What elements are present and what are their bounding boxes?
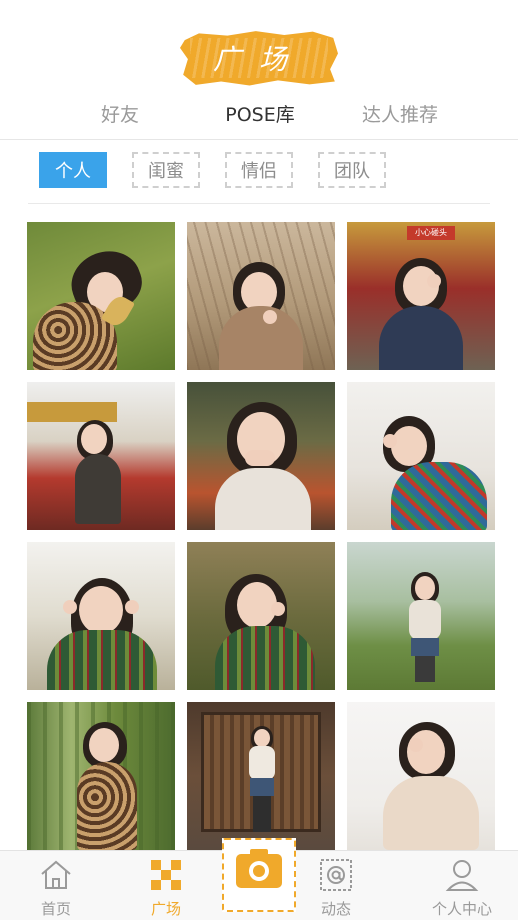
nav-profile[interactable]: 个人中心 bbox=[422, 851, 502, 920]
photo-figure-hand bbox=[271, 602, 285, 616]
pose-photo-9[interactable] bbox=[347, 542, 495, 690]
chip-team[interactable]: 团队 bbox=[318, 152, 386, 188]
photo-figure-face bbox=[391, 426, 427, 466]
nav-square[interactable]: 广场 bbox=[126, 851, 206, 920]
top-tab-bar: 好友 POSE库 达人推荐 bbox=[0, 100, 518, 138]
pose-photo-5[interactable] bbox=[187, 382, 335, 530]
chip-bestie[interactable]: 闺蜜 bbox=[132, 152, 200, 188]
train-sign: 小心碰头 bbox=[407, 226, 455, 240]
tab-expert-recommend[interactable]: 达人推荐 bbox=[360, 100, 440, 127]
pose-photo-7[interactable] bbox=[27, 542, 175, 690]
photo-figure-skirt bbox=[250, 778, 274, 796]
chip-couple-label: 情侣 bbox=[241, 161, 277, 182]
pose-photo-2[interactable] bbox=[187, 222, 335, 370]
tab-pose-library[interactable]: POSE库 bbox=[222, 100, 298, 127]
pose-photo-12[interactable] bbox=[347, 702, 495, 850]
chip-couple[interactable]: 情侣 bbox=[225, 152, 293, 188]
pose-photo-8[interactable] bbox=[187, 542, 335, 690]
nav-activity[interactable]: 动态 bbox=[296, 851, 376, 920]
home-icon bbox=[41, 860, 71, 889]
pose-photo-6[interactable] bbox=[347, 382, 495, 530]
photo-figure-body bbox=[249, 746, 275, 780]
pose-photo-10[interactable] bbox=[27, 702, 175, 850]
photo-figure-legs bbox=[415, 656, 435, 682]
filter-divider bbox=[28, 203, 490, 204]
photo-figure-hand bbox=[383, 434, 397, 448]
pose-photo-grid: 小心碰头 bbox=[27, 222, 495, 852]
photo-figure-body bbox=[47, 630, 157, 690]
tab-expert-recommend-label: 达人推荐 bbox=[361, 104, 438, 126]
pose-photo-3[interactable]: 小心碰头 bbox=[347, 222, 495, 370]
tab-pose-library-label: POSE库 bbox=[225, 104, 295, 126]
camera-icon bbox=[236, 854, 282, 888]
photo-figure-body bbox=[379, 306, 463, 370]
photo-figure-face bbox=[254, 729, 270, 747]
photo-figure-body bbox=[409, 600, 441, 640]
photo-figure-body bbox=[77, 762, 137, 850]
square-grid-icon bbox=[151, 860, 181, 890]
pose-photo-4[interactable] bbox=[27, 382, 175, 530]
photo-figure-body bbox=[215, 468, 311, 530]
camera-button[interactable] bbox=[222, 838, 296, 912]
tab-friends-label: 好友 bbox=[100, 104, 139, 126]
train-roof bbox=[27, 402, 117, 422]
photo-figure-face bbox=[79, 586, 123, 634]
tab-friends[interactable]: 好友 bbox=[98, 100, 142, 127]
photo-figure-legs bbox=[253, 796, 271, 832]
nav-home[interactable]: 首页 bbox=[16, 851, 96, 920]
photo-figure-hand bbox=[427, 274, 441, 288]
photo-figure-hand bbox=[263, 310, 277, 324]
chip-personal-label: 个人 bbox=[55, 161, 91, 182]
photo-figure-scarf bbox=[391, 462, 487, 530]
photo-figure-hands bbox=[245, 450, 275, 466]
photo-figure-face bbox=[415, 576, 435, 600]
header-divider bbox=[0, 139, 518, 140]
photo-figure-body bbox=[383, 776, 479, 850]
nav-square-label: 广场 bbox=[150, 900, 181, 918]
nav-activity-label: 动态 bbox=[320, 900, 351, 918]
photo-figure-hand bbox=[125, 600, 139, 614]
nav-home-label: 首页 bbox=[40, 900, 71, 918]
at-sign-icon bbox=[320, 859, 352, 891]
app-logo: 广场 bbox=[180, 30, 338, 86]
photo-figure-face bbox=[89, 728, 119, 762]
photo-figure-hand bbox=[63, 600, 77, 614]
logo-text: 广场 bbox=[212, 43, 305, 76]
user-icon bbox=[445, 860, 479, 891]
chip-personal[interactable]: 个人 bbox=[39, 152, 107, 188]
photo-figure-face bbox=[81, 424, 107, 454]
pose-photo-1[interactable] bbox=[27, 222, 175, 370]
photo-figure-body bbox=[75, 454, 121, 524]
chip-team-label: 团队 bbox=[334, 161, 370, 182]
photo-figure-hand bbox=[409, 738, 423, 752]
pose-photo-11[interactable] bbox=[187, 702, 335, 850]
nav-profile-label: 个人中心 bbox=[431, 900, 492, 918]
photo-figure-face bbox=[407, 730, 445, 774]
chip-bestie-label: 闺蜜 bbox=[148, 161, 184, 182]
photo-figure-skirt bbox=[411, 638, 439, 656]
photo-figure-body bbox=[215, 626, 315, 690]
